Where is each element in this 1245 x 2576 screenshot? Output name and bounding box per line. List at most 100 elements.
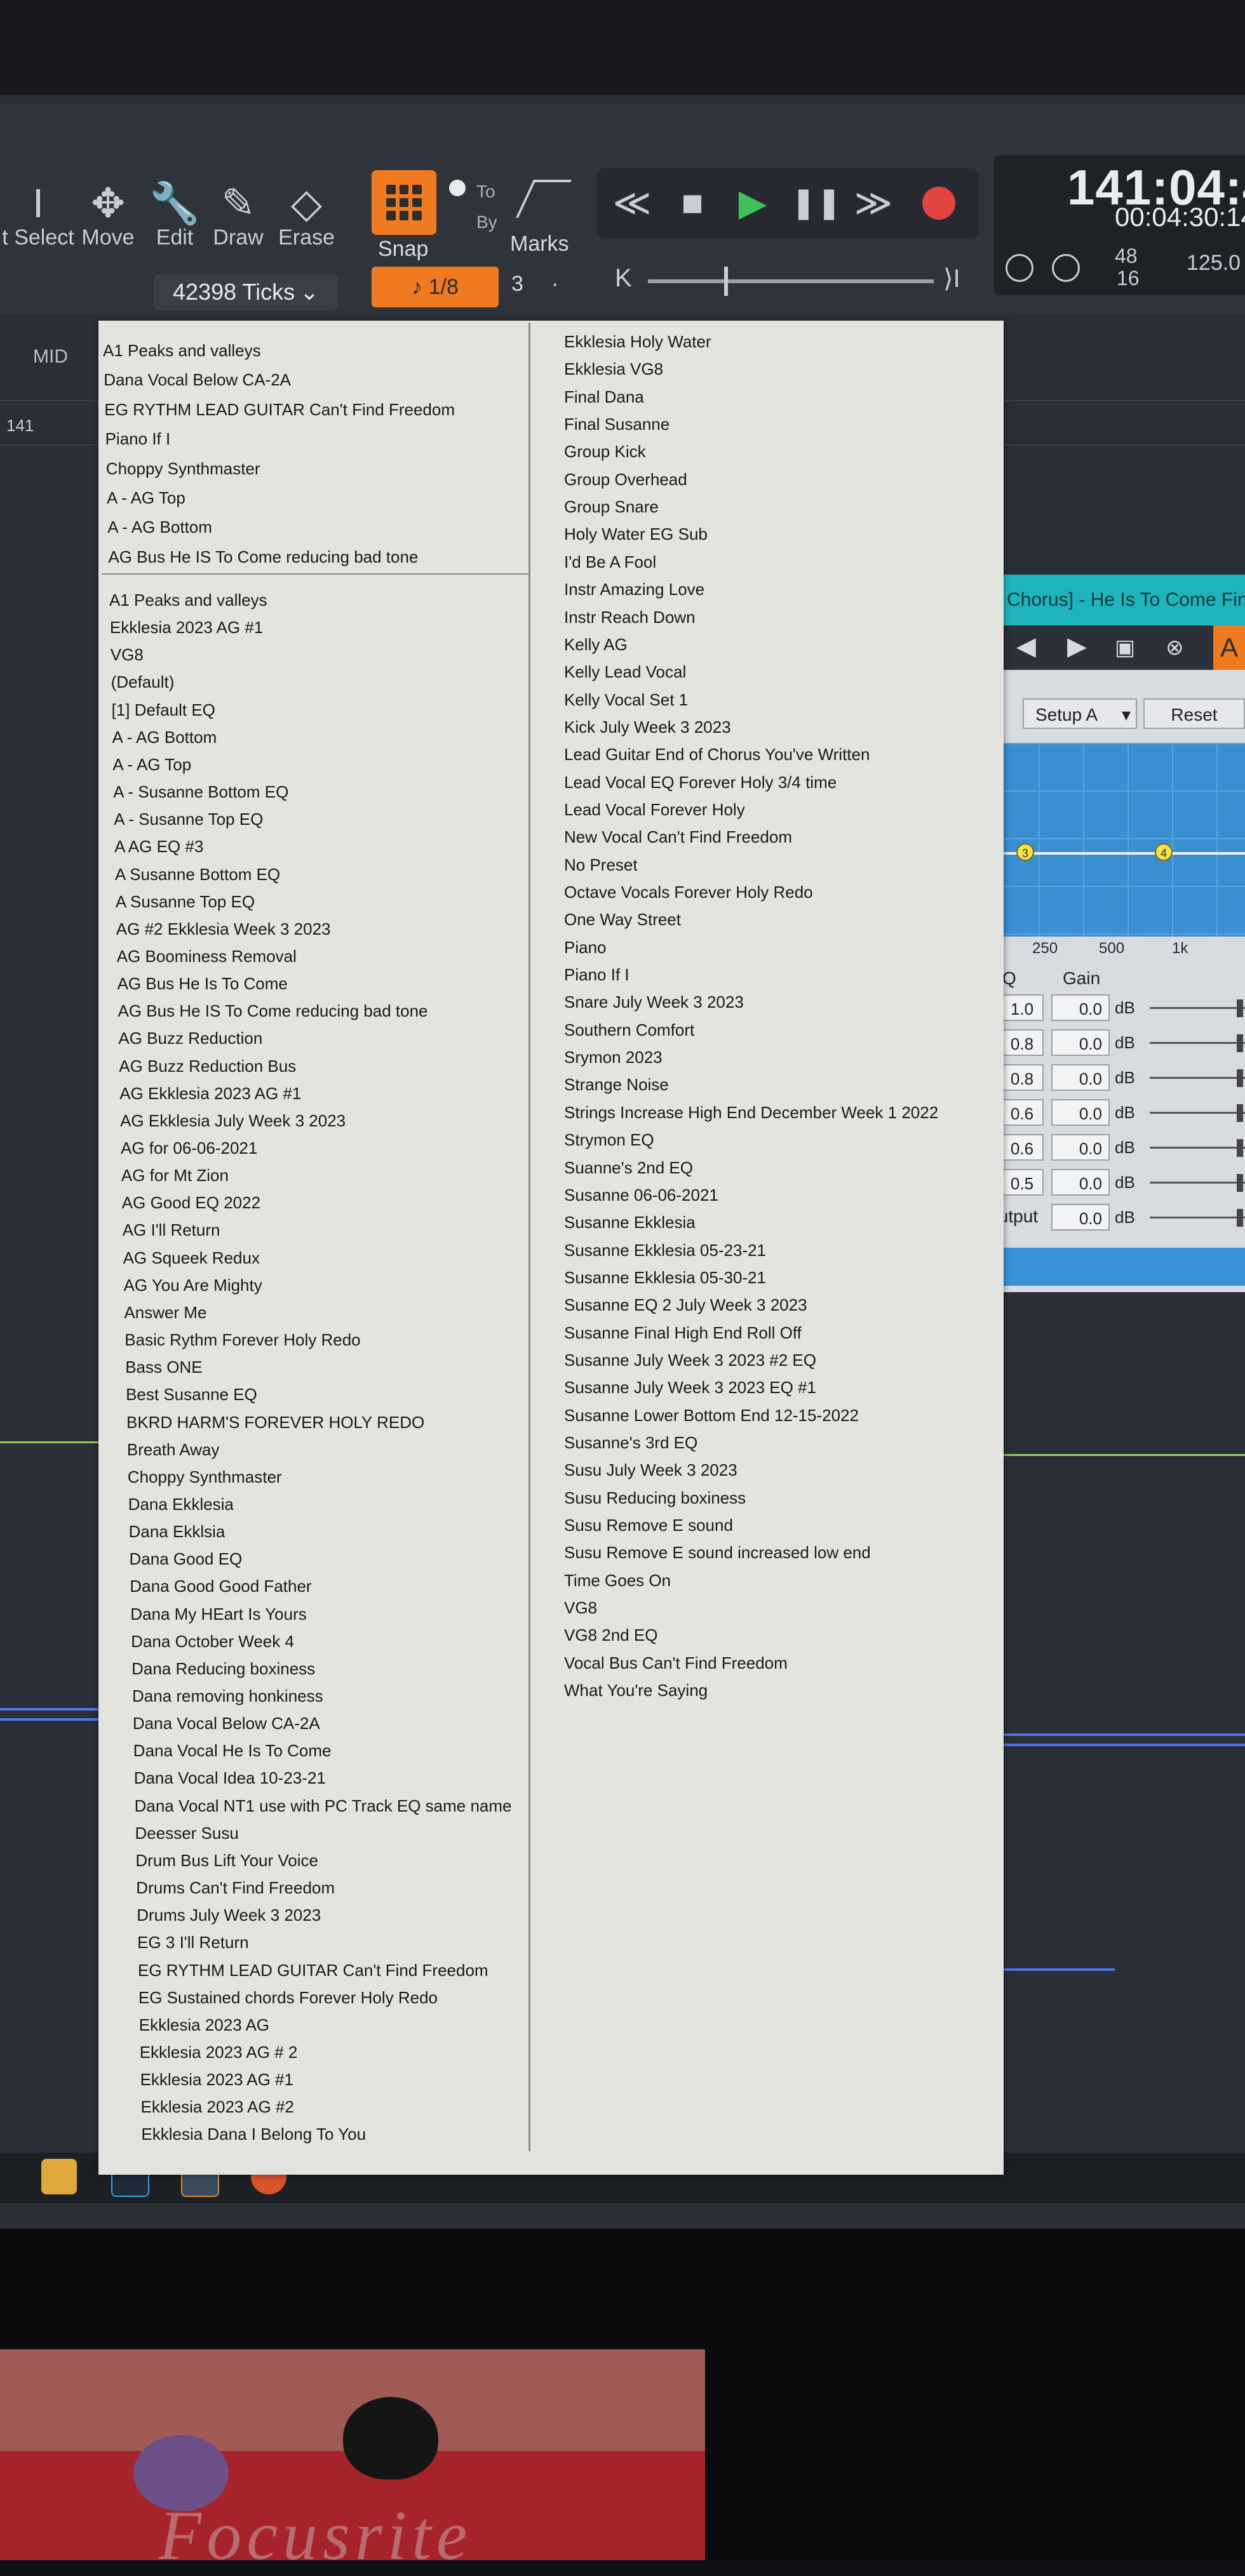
preset-menu-item[interactable]: VG8 2nd EQ: [564, 1622, 657, 1648]
preset-menu-item[interactable]: EG 3 I'll Return: [137, 1930, 248, 1955]
preset-menu-item[interactable]: [1] Default EQ: [112, 697, 215, 723]
preset-menu-item[interactable]: Deesser Susu: [135, 1820, 239, 1846]
preset-menu-item[interactable]: Piano: [564, 935, 607, 960]
preset-menu-item[interactable]: Dana Vocal NT1 use with PC Track EQ same…: [135, 1793, 512, 1819]
preset-menu-item[interactable]: Srymon 2023: [564, 1044, 663, 1070]
preset-menu-item[interactable]: AG Bus He Is To Come: [118, 971, 288, 996]
preset-menu-item[interactable]: Choppy Synthmaster: [128, 1464, 282, 1490]
preset-menu-item[interactable]: Strange Noise: [564, 1072, 669, 1097]
quantize-value-button[interactable]: ♪ 1/8: [372, 267, 499, 307]
preset-menu-item[interactable]: Drums July Week 3 2023: [137, 1902, 321, 1928]
prev-preset-icon[interactable]: ◀: [1016, 632, 1036, 661]
preset-menu-item[interactable]: Suanne's 2nd EQ: [564, 1155, 693, 1180]
preset-menu-item[interactable]: Lead Guitar End of Chorus You've Written: [564, 742, 870, 767]
preset-menu-item[interactable]: Answer Me: [124, 1300, 206, 1325]
q-field[interactable]: 0.8: [1000, 1064, 1044, 1091]
preset-menu-item[interactable]: AG Good EQ 2022: [122, 1190, 260, 1215]
preset-menu-item[interactable]: VG8: [564, 1595, 597, 1620]
stop-button[interactable]: ■: [664, 168, 721, 238]
output-slider[interactable]: [1150, 1217, 1245, 1218]
preset-menu-item[interactable]: AG Ekklesia July Week 3 2023: [120, 1108, 346, 1133]
reset-button[interactable]: Reset: [1143, 698, 1245, 729]
gain-field[interactable]: 0.0: [1051, 994, 1110, 1021]
gain-field[interactable]: 0.0: [1051, 1029, 1110, 1056]
preset-menu-item[interactable]: Susanne Ekklesia 05-23-21: [564, 1238, 766, 1263]
preset-menu-item[interactable]: Dana Reducing boxiness: [131, 1656, 315, 1681]
preset-menu-item[interactable]: Dana My HEart Is Yours: [130, 1601, 306, 1627]
preset-menu-item[interactable]: Lead Vocal EQ Forever Holy 3/4 time: [564, 770, 837, 795]
preset-menu-item[interactable]: AG Buzz Reduction: [118, 1025, 262, 1051]
preset-menu-item[interactable]: Ekklesia 2023 AG #1: [110, 615, 263, 640]
gain-slider[interactable]: [1150, 1042, 1245, 1044]
preset-menu-item[interactable]: Ekklesia Holy Water: [564, 329, 711, 354]
preset-menu-item[interactable]: Dana Ekklsia: [129, 1519, 225, 1544]
preset-menu-item[interactable]: AG You Are Mighty: [124, 1272, 262, 1298]
preset-menu-item[interactable]: AG Buzz Reduction Bus: [119, 1053, 296, 1079]
preset-menu-item[interactable]: AG for Mt Zion: [121, 1163, 229, 1188]
preset-menu-item[interactable]: BKRD HARM'S FOREVER HOLY REDO: [126, 1410, 424, 1435]
preset-menu-item[interactable]: A - AG Top: [107, 485, 185, 511]
preset-menu-item[interactable]: Ekklesia 2023 AG: [139, 2012, 269, 2038]
eq-curve-graph[interactable]: [994, 743, 1245, 937]
preset-menu-item[interactable]: Susu Remove E sound increased low end: [564, 1540, 871, 1565]
gain-slider[interactable]: [1150, 1007, 1245, 1009]
preset-menu-item[interactable]: A - AG Bottom: [112, 724, 217, 750]
gain-slider-thumb[interactable]: [1237, 1174, 1243, 1192]
preset-menu-item[interactable]: Ekklesia Dana I Belong To You: [141, 2121, 366, 2147]
close-icon[interactable]: ⊗: [1166, 635, 1184, 660]
preset-menu-item[interactable]: Drums Can't Find Freedom: [136, 1875, 335, 1900]
preset-menu-item[interactable]: Susanne Ekklesia 05-30-21: [564, 1265, 766, 1290]
preset-menu-item[interactable]: Bass ONE: [125, 1354, 202, 1380]
scrub-slider[interactable]: [648, 279, 934, 283]
eq-band-node[interactable]: 4: [1155, 843, 1173, 861]
eq-ab-tab[interactable]: A: [1213, 625, 1245, 670]
go-to-start-icon[interactable]: K: [615, 264, 632, 293]
preset-menu-item[interactable]: AG Ekklesia 2023 AG #1: [119, 1081, 301, 1106]
fast-forward-button[interactable]: ≫: [845, 168, 902, 238]
preset-menu-item[interactable]: Susanne Final High End Roll Off: [564, 1320, 802, 1345]
click-off-icon[interactable]: [1052, 254, 1080, 282]
gain-field[interactable]: 0.0: [1051, 1099, 1110, 1126]
metronome-icon[interactable]: [1006, 254, 1033, 282]
folder-icon[interactable]: [41, 2159, 77, 2194]
preset-menu-item[interactable]: AG Boominess Removal: [117, 944, 297, 969]
preset-menu-item[interactable]: Strings Increase High End December Week …: [564, 1100, 938, 1125]
preset-menu-item[interactable]: Octave Vocals Forever Holy Redo: [564, 879, 813, 905]
preset-menu-item[interactable]: A1 Peaks and valleys: [109, 587, 267, 613]
preset-menu-item[interactable]: No Preset: [564, 852, 638, 878]
preset-menu-item[interactable]: Dana Vocal Idea 10-23-21: [134, 1765, 326, 1791]
preset-menu-item[interactable]: A Susanne Top EQ: [116, 889, 255, 914]
preset-menu-item[interactable]: One Way Street: [564, 907, 681, 932]
gain-slider-thumb[interactable]: [1237, 1104, 1243, 1122]
preset-menu-item[interactable]: Dana Vocal Below CA-2A: [133, 1711, 320, 1736]
preset-menu-item[interactable]: AG Bus He IS To Come reducing bad tone: [118, 998, 428, 1024]
preset-menu-item[interactable]: Kelly Vocal Set 1: [564, 687, 688, 712]
tool-move[interactable]: ✥ Move: [79, 181, 137, 250]
preset-menu-item[interactable]: Final Dana: [564, 384, 644, 410]
preset-menu-item[interactable]: EG Sustained chords Forever Holy Redo: [138, 1985, 438, 2010]
preset-menu-item[interactable]: Southern Comfort: [564, 1017, 694, 1043]
preset-menu-item[interactable]: Ekklesia 2023 AG # 2: [140, 2039, 298, 2065]
gain-field[interactable]: 0.0: [1051, 1064, 1110, 1091]
preset-menu-item[interactable]: Susanne July Week 3 2023 #2 EQ: [564, 1347, 816, 1373]
preset-menu-item[interactable]: Holy Water EG Sub: [564, 521, 708, 547]
preset-menu-item[interactable]: What You're Saying: [564, 1678, 708, 1703]
preset-menu-item[interactable]: Piano If I: [105, 426, 171, 451]
preset-menu-item[interactable]: Choppy Synthmaster: [106, 456, 260, 481]
preset-menu-item[interactable]: Final Susanne: [564, 411, 670, 437]
preset-menu-item[interactable]: Vocal Bus Can't Find Freedom: [564, 1650, 788, 1676]
preset-menu-item[interactable]: Instr Amazing Love: [564, 577, 704, 602]
gain-field[interactable]: 0.0: [1051, 1134, 1110, 1161]
preset-menu-item[interactable]: Dana removing honkiness: [132, 1683, 323, 1709]
q-field[interactable]: 0.5: [1000, 1169, 1044, 1196]
preset-menu-item[interactable]: Instr Reach Down: [564, 604, 696, 630]
preset-menu-item[interactable]: Drum Bus Lift Your Voice: [135, 1848, 318, 1873]
preset-menu-item[interactable]: A - AG Top: [112, 752, 191, 777]
preset-menu-item[interactable]: I'd Be A Fool: [564, 549, 656, 575]
setup-dropdown[interactable]: Setup A ▾: [1023, 698, 1137, 729]
gain-slider[interactable]: [1150, 1147, 1245, 1149]
scrub-slider-thumb[interactable]: [724, 267, 728, 296]
preset-menu-item[interactable]: Dana Good EQ: [130, 1546, 243, 1572]
preset-menu-item[interactable]: AG #2 Ekklesia Week 3 2023: [116, 916, 331, 942]
preset-menu-item[interactable]: Susu July Week 3 2023: [564, 1457, 737, 1483]
